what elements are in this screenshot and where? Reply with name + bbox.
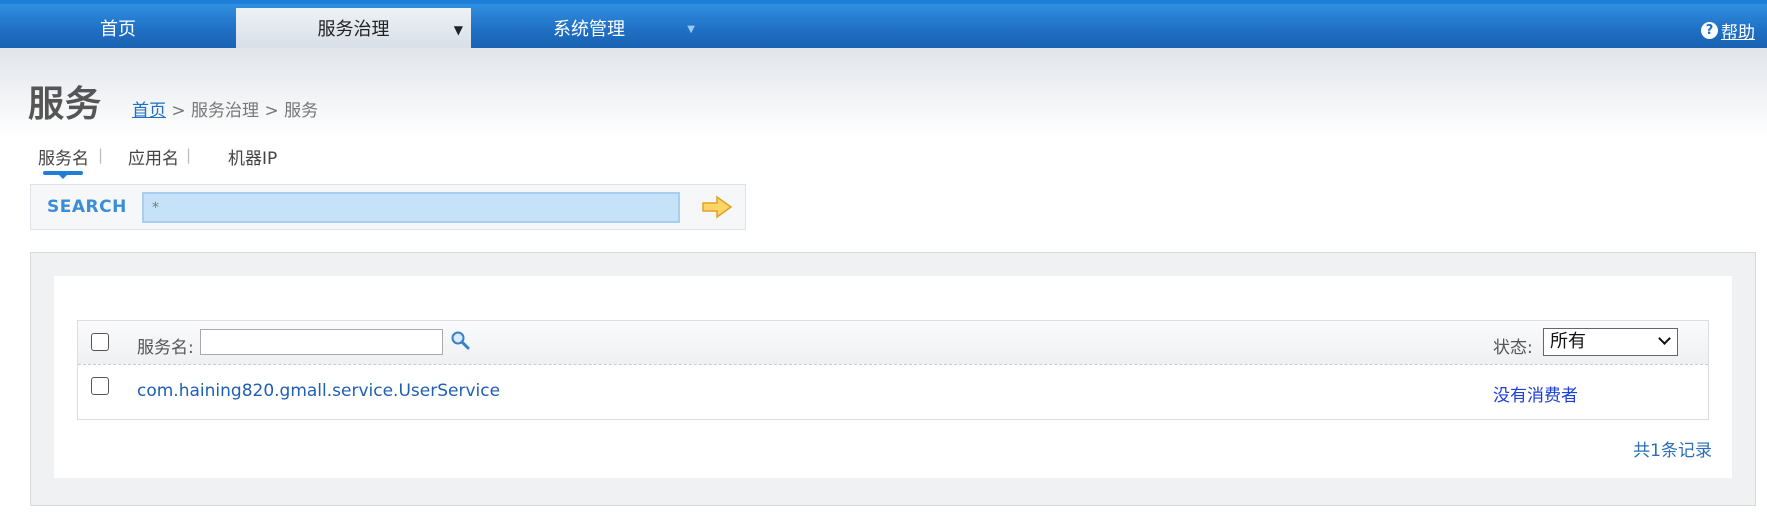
service-name-link[interactable]: com.haining820.gmall.service.UserService	[137, 381, 500, 401]
tab-divider: |	[98, 146, 104, 164]
dropdown-caret-icon: ▼	[453, 23, 463, 37]
breadcrumb-home-link[interactable]: 首页	[132, 101, 166, 121]
search-box: SEARCH	[30, 184, 746, 230]
tab-service-name[interactable]: 服务名	[38, 144, 89, 169]
tab-app-name[interactable]: 应用名	[128, 144, 179, 169]
content-inner: 服务名: 状态: 所有 com.haining820.gmall.service…	[54, 276, 1732, 478]
chevron-down-icon	[1658, 332, 1671, 345]
status-selected-value: 所有	[1550, 331, 1586, 352]
search-icon[interactable]	[450, 330, 470, 350]
breadcrumb-rest: > 服务治理 > 服务	[166, 101, 319, 121]
nav-service-governance-label: 服务治理	[317, 19, 390, 40]
top-nav-bar: 首页 服务治理 ▼ 系统管理 ▼ ? 帮助	[0, 0, 1767, 52]
row-checkbox[interactable]	[91, 377, 109, 395]
page-title: 服务	[28, 84, 103, 125]
nav-home[interactable]: 首页	[0, 8, 236, 52]
status-select[interactable]: 所有	[1543, 328, 1678, 356]
table-header: 服务名: 状态: 所有	[78, 321, 1708, 365]
dropdown-caret-icon: ▼	[687, 24, 695, 35]
content-panel: 服务名: 状态: 所有 com.haining820.gmall.service…	[30, 252, 1756, 506]
help-link[interactable]: ? 帮助	[1701, 18, 1755, 43]
service-table: 服务名: 状态: 所有 com.haining820.gmall.service…	[77, 320, 1709, 420]
nav-service-governance[interactable]: 服务治理 ▼	[236, 8, 471, 52]
header-background	[0, 48, 1767, 138]
record-count: 共1条记录	[1633, 441, 1712, 461]
tab-machine-ip[interactable]: 机器IP	[228, 144, 277, 169]
nav-system-management-label: 系统管理	[553, 19, 625, 40]
tab-divider: |	[186, 146, 192, 164]
search-label: SEARCH	[47, 197, 127, 217]
filter-label: 服务名:	[137, 338, 194, 358]
nav-system-management[interactable]: 系统管理 ▼	[471, 8, 707, 52]
question-icon: ?	[1701, 22, 1718, 39]
breadcrumb: 首页 > 服务治理 > 服务	[132, 96, 318, 121]
search-input[interactable]	[142, 192, 680, 223]
arrow-right-icon[interactable]	[701, 195, 733, 219]
status-label: 状态:	[1493, 338, 1533, 358]
nav-home-label: 首页	[100, 19, 136, 40]
help-label: 帮助	[1721, 23, 1755, 43]
service-name-filter-input[interactable]	[200, 329, 443, 355]
select-all-checkbox[interactable]	[91, 333, 109, 351]
active-tab-indicator	[43, 171, 83, 179]
service-status-link[interactable]: 没有消费者	[1493, 381, 1578, 406]
